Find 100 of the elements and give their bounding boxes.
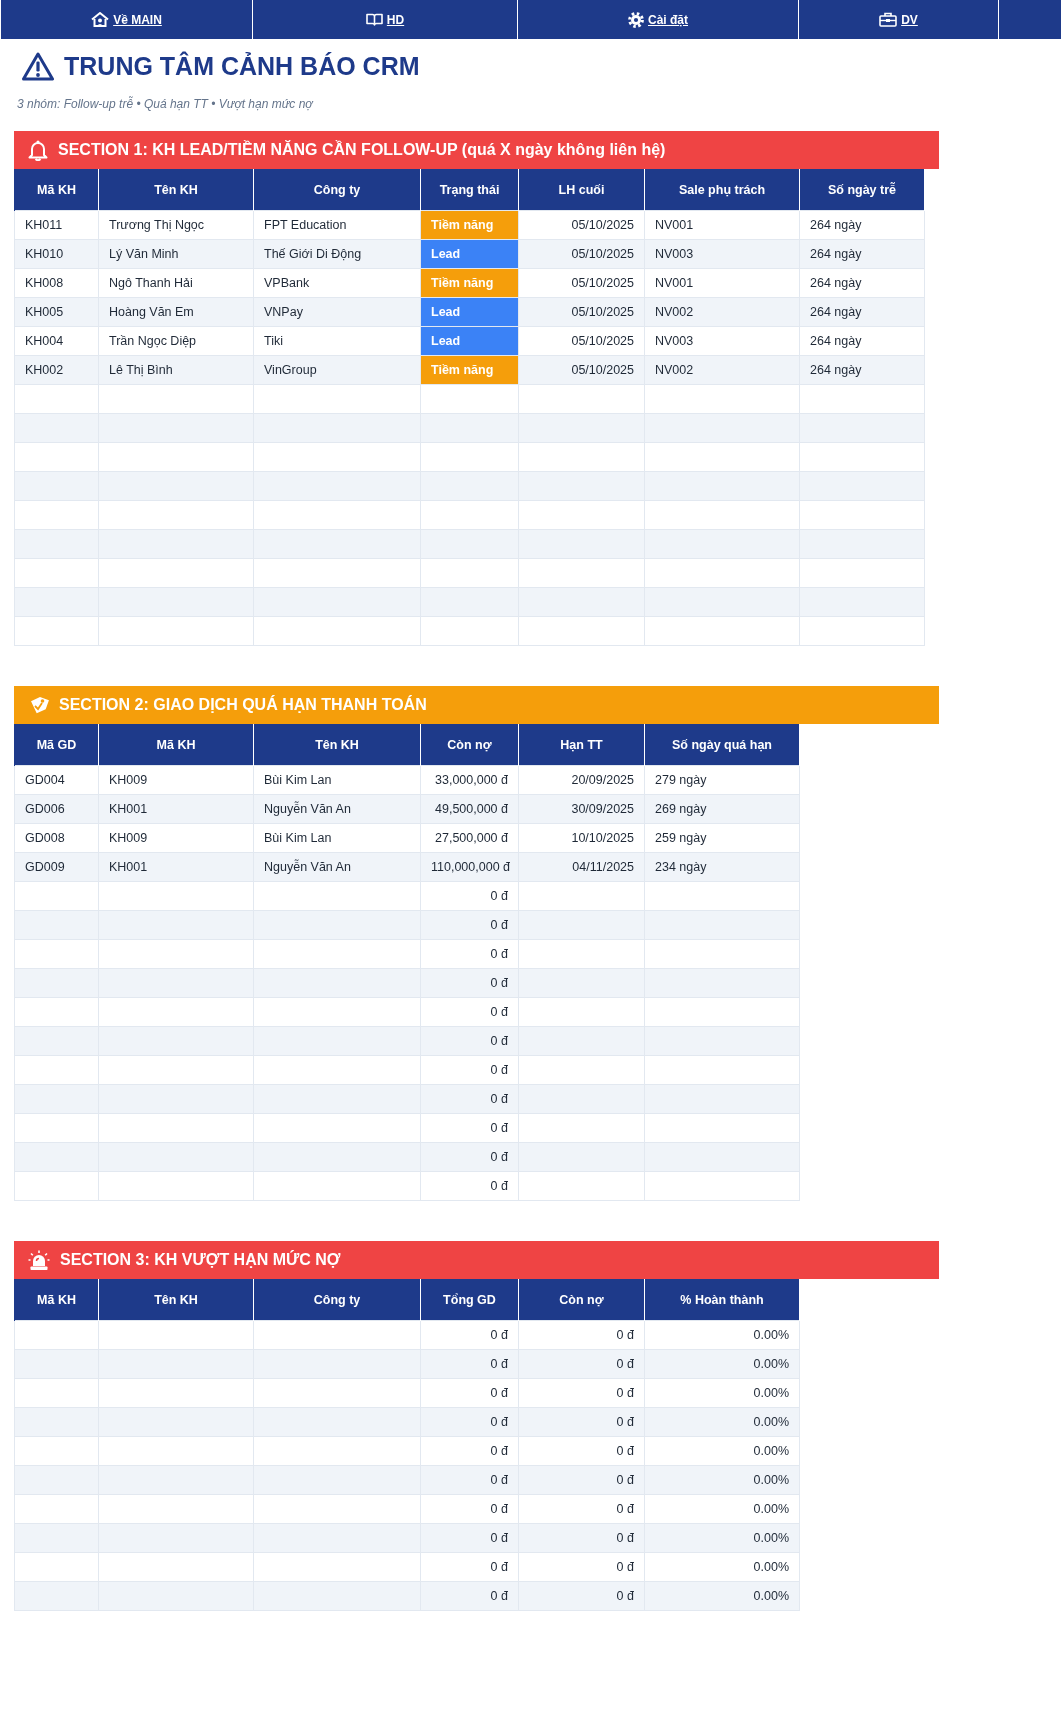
table-cell: 20/09/2025: [518, 765, 645, 795]
table-cell: Hoàng Văn Em: [98, 297, 254, 327]
table-cell: 0 đ: [518, 1436, 645, 1466]
column-header: Số ngày trễ: [799, 169, 925, 211]
table-cell: 110,000,000 đ: [420, 852, 519, 882]
table-cell: 0 đ: [420, 1465, 519, 1495]
status-badge: Tiềm năng: [420, 355, 519, 385]
column-header: % Hoàn thành: [644, 1279, 800, 1321]
table-cell: NV001: [644, 268, 800, 298]
table-cell: Nguyễn Văn An: [253, 794, 421, 824]
table-cell: GD004: [14, 765, 99, 795]
column-header: Sale phụ trách: [644, 169, 800, 211]
nav-link[interactable]: DV: [879, 12, 918, 27]
table-cell: NV001: [644, 210, 800, 240]
table-cell: NV002: [644, 297, 800, 327]
table-cell: 0 đ: [518, 1552, 645, 1582]
table-cell: 0 đ: [420, 1084, 519, 1114]
table-cell: KH002: [14, 355, 99, 385]
column-header: Mã GD: [14, 724, 99, 766]
table-cell: KH010: [14, 239, 99, 269]
table-cell: 0 đ: [420, 1494, 519, 1524]
table-cell: VPBank: [253, 268, 421, 298]
nav-link[interactable]: Về MAIN: [91, 12, 162, 27]
table-cell: 264 ngày: [799, 355, 925, 385]
table-cell: NV003: [644, 239, 800, 269]
table-cell: GD009: [14, 852, 99, 882]
column-header: LH cuối: [518, 169, 645, 211]
table-cell: 0.00%: [644, 1407, 800, 1437]
status-badge: Lead: [420, 297, 519, 327]
section-title: SECTION 2: GIAO DỊCH QUÁ HẠN THANH TOÁN: [59, 696, 427, 714]
table-cell: 0 đ: [518, 1494, 645, 1524]
table-cell: 0 đ: [420, 1581, 519, 1611]
column-header: Công ty: [253, 169, 421, 211]
table-cell: 0 đ: [420, 1113, 519, 1143]
table-cell: Ngô Thanh Hải: [98, 268, 254, 298]
table-cell: Bùi Kim Lan: [253, 823, 421, 853]
table-cell: 264 ngày: [799, 210, 925, 240]
table-cell: VinGroup: [253, 355, 421, 385]
bell-icon: [28, 139, 48, 161]
table-cell: 0 đ: [420, 1055, 519, 1085]
table-cell: 0 đ: [420, 968, 519, 998]
table-cell: 0 đ: [518, 1465, 645, 1495]
table-cell: 0 đ: [518, 1581, 645, 1611]
table-cell: 269 ngày: [644, 794, 800, 824]
status-badge: Lead: [420, 239, 519, 269]
table-cell: KH001: [98, 852, 254, 882]
status-badge: Tiềm năng: [420, 210, 519, 240]
table-cell: 0.00%: [644, 1378, 800, 1408]
table-cell: 0.00%: [644, 1436, 800, 1466]
table-cell: 0 đ: [420, 1378, 519, 1408]
table-cell: 0 đ: [420, 1436, 519, 1466]
table-cell: Lý Văn Minh: [98, 239, 254, 269]
table-cell: Lê Thị Bình: [98, 355, 254, 385]
table-cell: 05/10/2025: [518, 326, 645, 356]
section-title: SECTION 1: KH LEAD/TIỀM NĂNG CẦN FOLLOW-UP (quá X ngày không liên hệ): [58, 141, 666, 159]
book-icon: [365, 13, 383, 26]
table-cell: KH001: [98, 794, 254, 824]
gear-icon: [628, 11, 644, 28]
table-cell: 0 đ: [420, 1320, 519, 1350]
column-header: Còn nợ: [518, 1279, 645, 1321]
table-cell: 264 ngày: [799, 297, 925, 327]
column-header: Hạn TT: [518, 724, 645, 766]
table-cell: Tiki: [253, 326, 421, 356]
table-cell: 0 đ: [420, 1349, 519, 1379]
column-header: Tên KH: [253, 724, 421, 766]
table-cell: Trương Thị Ngọc: [98, 210, 254, 240]
table-cell: 279 ngày: [644, 765, 800, 795]
section-title: SECTION 3: KH VƯỢT HẠN MỨC NỢ: [60, 1251, 341, 1269]
subtitle: 3 nhóm: Follow-up trễ • Quá hạn TT • Vượt hạn mức nợ: [17, 97, 313, 111]
table-cell: 264 ngày: [799, 326, 925, 356]
table-cell: KH009: [98, 765, 254, 795]
column-header: Số ngày quá hạn: [644, 724, 800, 766]
table-cell: 05/10/2025: [518, 239, 645, 269]
column-header: Tổng GD: [420, 1279, 519, 1321]
briefcase-icon: [879, 12, 898, 27]
table-cell: Bùi Kim Lan: [253, 765, 421, 795]
table-cell: NV002: [644, 355, 800, 385]
table-cell: KH004: [14, 326, 99, 356]
table-cell: GD006: [14, 794, 99, 824]
table-cell: 0 đ: [420, 910, 519, 940]
column-header: Công ty: [253, 1279, 421, 1321]
nav-link[interactable]: Cài đặt: [628, 11, 688, 28]
table-cell: 30/09/2025: [518, 794, 645, 824]
table-cell: 264 ngày: [799, 268, 925, 298]
table-cell: 0 đ: [420, 1523, 519, 1553]
table-cell: KH011: [14, 210, 99, 240]
table-cell: 0 đ: [420, 939, 519, 969]
nav-link[interactable]: HD: [365, 12, 405, 27]
siren-icon: [28, 1249, 50, 1271]
table-cell: FPT Education: [253, 210, 421, 240]
table-cell: 0 đ: [518, 1523, 645, 1553]
tag-icon: [28, 694, 49, 716]
table-cell: VNPay: [253, 297, 421, 327]
table-cell: 05/10/2025: [518, 268, 645, 298]
table-cell: 0.00%: [644, 1581, 800, 1611]
table-cell: 0 đ: [420, 1026, 519, 1056]
table-cell: 27,500,000 đ: [420, 823, 519, 853]
table-cell: 234 ngày: [644, 852, 800, 882]
table-cell: Nguyễn Văn An: [253, 852, 421, 882]
table-cell: 259 ngày: [644, 823, 800, 853]
